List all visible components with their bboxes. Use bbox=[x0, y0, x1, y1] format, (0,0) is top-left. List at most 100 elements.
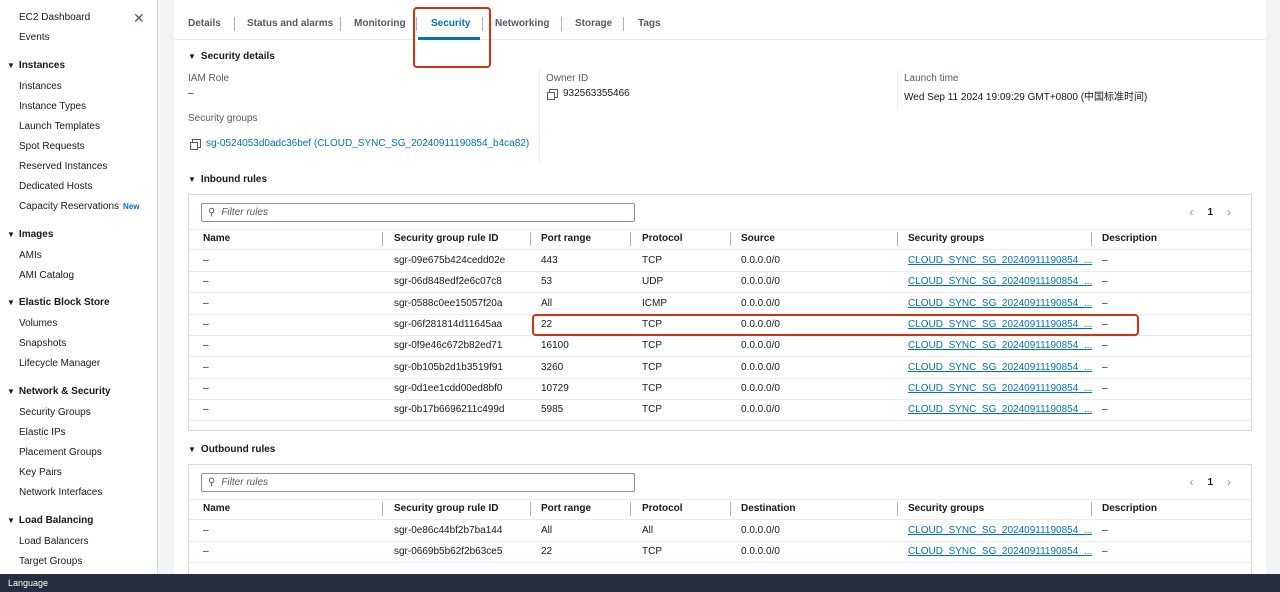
sidebar-section-images[interactable]: ▼ Images bbox=[7, 229, 53, 240]
sidebar-item-security-groups[interactable]: Security Groups bbox=[19, 407, 91, 418]
column-resizer[interactable] bbox=[530, 232, 531, 246]
caret-down-icon: ▼ bbox=[188, 445, 196, 454]
column-resizer[interactable] bbox=[630, 232, 631, 246]
column-header-source[interactable]: Source bbox=[741, 233, 775, 244]
cell-security-group-link[interactable]: CLOUD_SYNC_SG_20240911190854_... bbox=[908, 383, 1092, 394]
column-resizer[interactable] bbox=[897, 502, 898, 516]
sidebar-item-ec2-dashboard[interactable]: EC2 Dashboard bbox=[19, 12, 90, 23]
sidebar-section-network-security[interactable]: ▼ Network & Security bbox=[7, 386, 111, 397]
page-number[interactable]: 1 bbox=[1207, 207, 1213, 218]
sidebar-section-instances[interactable]: ▼ Instances bbox=[7, 60, 65, 71]
sidebar-item-network-interfaces[interactable]: Network Interfaces bbox=[19, 487, 102, 498]
table-divider bbox=[189, 499, 1251, 500]
chevron-right-icon[interactable]: › bbox=[1227, 205, 1231, 219]
column-resizer[interactable] bbox=[1091, 232, 1092, 246]
sidebar-item-ami-catalog[interactable]: AMI Catalog bbox=[19, 270, 74, 281]
column-header-destination[interactable]: Destination bbox=[741, 503, 795, 514]
copy-icon[interactable] bbox=[190, 138, 201, 150]
column-resizer[interactable] bbox=[630, 502, 631, 516]
column-resizer[interactable] bbox=[382, 502, 383, 516]
column-header-description[interactable]: Description bbox=[1102, 503, 1157, 514]
sidebar-section-ebs[interactable]: ▼ Elastic Block Store bbox=[7, 297, 110, 308]
security-details-header[interactable]: ▼ Security details bbox=[188, 51, 275, 62]
column-resizer[interactable] bbox=[730, 232, 731, 246]
column-header-security-groups[interactable]: Security groups bbox=[908, 503, 984, 514]
cell-port-range: 5985 bbox=[541, 404, 564, 416]
sidebar-item-snapshots[interactable]: Snapshots bbox=[19, 338, 66, 349]
sidebar-item-events[interactable]: Events bbox=[19, 32, 50, 43]
cell-description: – bbox=[1102, 297, 1108, 309]
cell-port-range: 22 bbox=[541, 546, 553, 558]
cell-security-group-link[interactable]: CLOUD_SYNC_SG_20240911190854_... bbox=[908, 404, 1092, 415]
sidebar-item-instance-types[interactable]: Instance Types bbox=[19, 101, 86, 112]
new-badge: New bbox=[123, 202, 140, 211]
column-header-rule-id[interactable]: Security group rule ID bbox=[394, 503, 498, 514]
column-header-name[interactable]: Name bbox=[203, 503, 230, 514]
sidebar-item-spot-requests[interactable]: Spot Requests bbox=[19, 141, 85, 152]
cell-source: 0.0.0.0/0 bbox=[741, 361, 780, 373]
column-header-port-range[interactable]: Port range bbox=[541, 503, 591, 514]
column-resizer[interactable] bbox=[530, 502, 531, 516]
sidebar-item-amis[interactable]: AMIs bbox=[19, 250, 42, 261]
sidebar-item-lifecycle-manager[interactable]: Lifecycle Manager bbox=[19, 358, 100, 369]
chevron-left-icon[interactable]: ‹ bbox=[1189, 475, 1193, 489]
sidebar-item-instances[interactable]: Instances bbox=[19, 81, 62, 92]
cell-description: – bbox=[1102, 340, 1108, 352]
outbound-rules-table: ⚲ Filter rules ‹ 1 › Name Security group ru… bbox=[188, 464, 1252, 574]
column-resizer[interactable] bbox=[897, 232, 898, 246]
column-header-protocol[interactable]: Protocol bbox=[642, 503, 683, 514]
row-divider bbox=[189, 377, 1251, 379]
sidebar-item-placement-groups[interactable]: Placement Groups bbox=[19, 447, 102, 458]
column-header-port-range[interactable]: Port range bbox=[541, 233, 591, 244]
sidebar-item-volumes[interactable]: Volumes bbox=[19, 318, 57, 329]
tab-networking[interactable]: Networking bbox=[495, 18, 549, 29]
outbound-filter-input[interactable]: ⚲ Filter rules bbox=[201, 473, 635, 492]
copy-icon[interactable] bbox=[547, 88, 558, 100]
inbound-filter-input[interactable]: ⚲ Filter rules bbox=[201, 203, 635, 222]
tab-details[interactable]: Details bbox=[188, 18, 221, 29]
column-resizer[interactable] bbox=[382, 232, 383, 246]
sidebar-item-dedicated-hosts[interactable]: Dedicated Hosts bbox=[19, 181, 92, 192]
outbound-rules-header[interactable]: ▼ Outbound rules bbox=[188, 444, 275, 455]
cell-security-group-link[interactable]: CLOUD_SYNC_SG_20240911190854_... bbox=[908, 298, 1092, 309]
inbound-rules-header[interactable]: ▼ Inbound rules bbox=[188, 174, 267, 185]
language-selector[interactable]: Language bbox=[8, 578, 48, 588]
security-group-link[interactable]: sg-0524053d0adc36bef (CLOUD_SYNC_SG_2024… bbox=[190, 138, 529, 150]
sidebar-item-launch-templates[interactable]: Launch Templates bbox=[19, 121, 100, 132]
sidebar-item-elastic-ips[interactable]: Elastic IPs bbox=[19, 427, 66, 438]
close-icon[interactable]: ✕ bbox=[133, 10, 145, 27]
sidebar-item-load-balancers[interactable]: Load Balancers bbox=[19, 536, 89, 547]
cell-security-group-link[interactable]: CLOUD_SYNC_SG_20240911190854_... bbox=[908, 362, 1092, 373]
column-resizer[interactable] bbox=[730, 502, 731, 516]
cell-security-group-link[interactable]: CLOUD_SYNC_SG_20240911190854_... bbox=[908, 276, 1092, 287]
cell-security-group-link[interactable]: CLOUD_SYNC_SG_20240911190854_... bbox=[908, 525, 1092, 536]
sidebar-item-target-groups[interactable]: Target Groups bbox=[19, 556, 82, 567]
tab-monitoring[interactable]: Monitoring bbox=[354, 18, 406, 29]
cell-name: – bbox=[203, 361, 209, 373]
tab-tags[interactable]: Tags bbox=[638, 18, 661, 29]
cell-security-group-link[interactable]: CLOUD_SYNC_SG_20240911190854_... bbox=[908, 546, 1092, 557]
sidebar: EC2 Dashboard ✕ Events ▼ Instances Instan… bbox=[0, 0, 158, 574]
tab-status-alarms[interactable]: Status and alarms bbox=[247, 18, 333, 29]
sidebar-item-reserved-instances[interactable]: Reserved Instances bbox=[19, 161, 107, 172]
cell-source: 0.0.0.0/0 bbox=[741, 276, 780, 288]
column-header-security-groups[interactable]: Security groups bbox=[908, 233, 984, 244]
sidebar-item-capacity-reservations[interactable]: Capacity Reservations New bbox=[19, 201, 140, 212]
column-header-description[interactable]: Description bbox=[1102, 233, 1157, 244]
chevron-left-icon[interactable]: ‹ bbox=[1189, 205, 1193, 219]
chevron-right-icon[interactable]: › bbox=[1227, 475, 1231, 489]
sidebar-section-load-balancing[interactable]: ▼ Load Balancing bbox=[7, 515, 93, 526]
column-header-name[interactable]: Name bbox=[203, 233, 230, 244]
cell-security-group-link[interactable]: CLOUD_SYNC_SG_20240911190854_... bbox=[908, 255, 1092, 266]
cell-security-group-link[interactable]: CLOUD_SYNC_SG_20240911190854_... bbox=[908, 340, 1092, 351]
search-icon: ⚲ bbox=[208, 207, 216, 218]
page-number[interactable]: 1 bbox=[1207, 477, 1213, 488]
sidebar-item-key-pairs[interactable]: Key Pairs bbox=[19, 467, 62, 478]
caret-down-icon: ▼ bbox=[188, 52, 196, 61]
column-resizer[interactable] bbox=[1091, 502, 1092, 516]
cell-source: 0.0.0.0/0 bbox=[741, 525, 780, 536]
column-header-rule-id[interactable]: Security group rule ID bbox=[394, 233, 498, 244]
outbound-pagination: ‹ 1 › bbox=[1189, 475, 1231, 489]
tab-storage[interactable]: Storage bbox=[575, 18, 612, 29]
column-header-protocol[interactable]: Protocol bbox=[642, 233, 683, 244]
